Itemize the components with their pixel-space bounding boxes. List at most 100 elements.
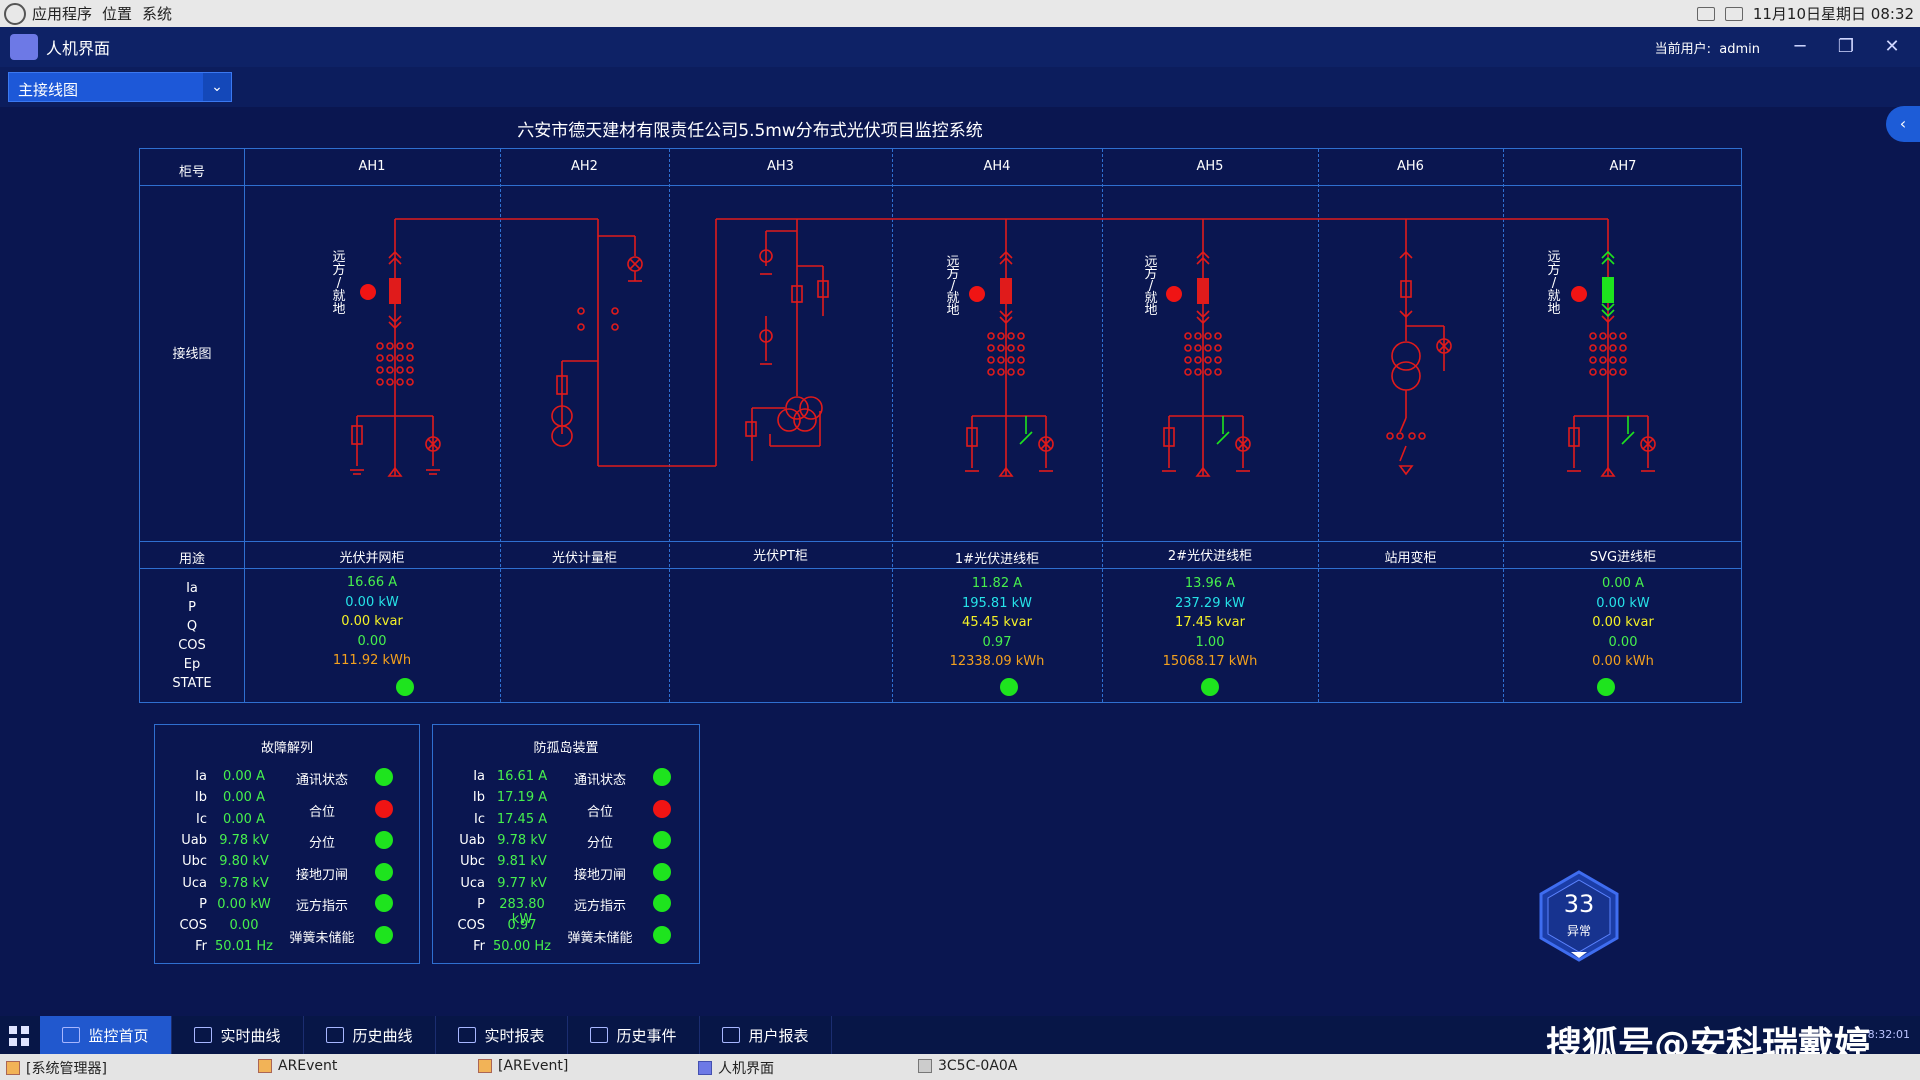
state-indicator-ah5 bbox=[1201, 678, 1219, 696]
tab-realtime-curve[interactable]: 实时曲线 bbox=[172, 1016, 304, 1054]
nav-clock: 8:32:01 bbox=[1867, 1028, 1910, 1041]
app-icon bbox=[478, 1059, 492, 1073]
taskbar-arevent[interactable]: AREvent bbox=[258, 1058, 337, 1074]
status-indicator bbox=[375, 831, 393, 850]
usage-ah5: 2#光伏进线柜 bbox=[1167, 549, 1253, 564]
os-taskbar: [系统管理器] AREvent [AREvent] 人机界面 3C5C-0A0A bbox=[0, 1054, 1920, 1080]
app-icon bbox=[6, 1061, 20, 1075]
cabinet-no-label: 柜号 bbox=[178, 165, 205, 180]
tab-history-curve[interactable]: 历史曲线 bbox=[304, 1016, 436, 1054]
os-top-panel: 应用程序 位置 系统 11月10日星期日 08:32 bbox=[0, 0, 1920, 27]
fault-panel-title: 故障解列 bbox=[260, 741, 313, 756]
status-label: 分位 bbox=[308, 836, 335, 852]
task-label: [AREvent] bbox=[498, 1058, 569, 1074]
ah1-p: 0.00 kW bbox=[345, 594, 399, 610]
usage-ah7: SVG进线柜 bbox=[1589, 550, 1657, 565]
taskbar-hmi[interactable]: 人机界面 bbox=[698, 1058, 774, 1078]
param-label: Fr bbox=[473, 939, 485, 955]
status-indicator bbox=[375, 768, 393, 786]
menu-places[interactable]: 位置 bbox=[102, 3, 132, 24]
status-label: 弹簧未储能 bbox=[289, 931, 355, 946]
os-logo-icon[interactable] bbox=[4, 2, 26, 25]
current-user: 当前用户: admin bbox=[1655, 38, 1760, 57]
menu-applications[interactable]: 应用程序 bbox=[32, 3, 92, 24]
param-label: Ic bbox=[196, 811, 207, 827]
param-value: 9.80 kV bbox=[219, 854, 269, 870]
user-report-icon bbox=[722, 1027, 741, 1043]
ah1-cos: 0.00 bbox=[357, 633, 387, 649]
param-label: Ubc bbox=[182, 854, 207, 870]
restore-icon[interactable]: ❐ bbox=[1834, 35, 1858, 59]
status-indicator bbox=[653, 894, 671, 913]
ah7-q: 0.00 kvar bbox=[1592, 615, 1654, 630]
view-select[interactable]: 主接线图 ⌄ bbox=[8, 72, 232, 102]
param-value: 9.78 kV bbox=[497, 832, 547, 848]
param-label: P bbox=[199, 896, 207, 912]
status-label: 弹簧未储能 bbox=[567, 931, 633, 946]
ah1-ia: 16.66 A bbox=[346, 575, 398, 590]
status-indicator bbox=[375, 926, 393, 944]
taskbar-network[interactable]: 3C5C-0A0A bbox=[918, 1058, 1017, 1074]
status-label: 接地刀闸 bbox=[295, 867, 348, 883]
report-icon bbox=[458, 1027, 477, 1043]
chevron-down-icon[interactable]: ⌄ bbox=[203, 73, 231, 101]
view-toolbar: 主接线图 ⌄ bbox=[0, 67, 1920, 107]
taskbar-system-manager[interactable]: [系统管理器] bbox=[6, 1058, 107, 1078]
task-label: 人机界面 bbox=[718, 1061, 774, 1077]
datetime[interactable]: 11月10日星期日 08:32 bbox=[1753, 3, 1914, 24]
status-label: 分位 bbox=[586, 836, 613, 852]
collapse-panel-button[interactable]: ‹ bbox=[1886, 106, 1920, 142]
close-icon[interactable]: ✕ bbox=[1880, 35, 1904, 59]
param-value: 16.61 A bbox=[496, 769, 548, 784]
param-label: Fr bbox=[195, 939, 207, 955]
anti-islanding-panel: 防孤岛装置 Ia 16.61 A Ib 17.19 A Ic 17.45 A Uab 9.78… bbox=[432, 724, 700, 964]
status-indicator bbox=[375, 799, 393, 818]
status-label: 通讯状态 bbox=[295, 773, 348, 788]
ah5-q: 17.45 kvar bbox=[1175, 615, 1245, 630]
grid-menu-icon[interactable] bbox=[8, 1025, 30, 1047]
param-label: Uab bbox=[459, 832, 485, 848]
tab-monitor-home[interactable]: 监控首页 bbox=[40, 1016, 172, 1054]
p-label: P bbox=[188, 600, 196, 615]
ah4-ep: 12338.09 kWh bbox=[949, 654, 1045, 669]
tab-realtime-report[interactable]: 实时报表 bbox=[436, 1016, 568, 1054]
ep-label: Ep bbox=[183, 657, 201, 672]
volume-icon[interactable] bbox=[1724, 6, 1743, 21]
param-value: 0.00 A bbox=[223, 811, 265, 827]
state-label: STATE bbox=[172, 676, 212, 691]
status-indicator bbox=[653, 768, 671, 786]
ia-label: Ia bbox=[186, 581, 198, 596]
tab-label: 实时报表 bbox=[484, 1026, 545, 1045]
taskbar-arevent-2[interactable]: [AREvent] bbox=[478, 1058, 568, 1074]
anti-islanding-panel-title: 防孤岛装置 bbox=[533, 741, 599, 756]
ah7-p: 0.00 kW bbox=[1596, 595, 1650, 611]
one-line-schematic bbox=[350, 218, 1656, 477]
param-label: COS bbox=[457, 918, 485, 934]
status-indicator bbox=[375, 862, 393, 881]
param-value: 17.45 A bbox=[496, 811, 548, 827]
param-value: 0.00 A bbox=[223, 769, 265, 784]
param-label: Ia bbox=[473, 769, 485, 784]
ah5-cos: 1.00 bbox=[1195, 634, 1225, 650]
minimize-icon[interactable]: ─ bbox=[1788, 35, 1812, 59]
keyboard-icon[interactable] bbox=[1696, 6, 1715, 21]
param-value: 0.97 bbox=[507, 918, 537, 934]
status-indicator bbox=[653, 799, 671, 818]
cabinet-ah4: AH4 bbox=[983, 159, 1011, 174]
param-label: Uca bbox=[460, 875, 485, 891]
param-value: 0.00 A bbox=[223, 790, 265, 806]
meas-ah7: 0.00 A 0.00 kW 0.00 kvar 0.00 0.00 kWh bbox=[1503, 574, 1743, 672]
app-icon bbox=[698, 1061, 712, 1075]
tab-user-report[interactable]: 用户报表 bbox=[700, 1016, 832, 1054]
view-select-value: 主接线图 bbox=[18, 81, 79, 99]
param-value: 17.19 A bbox=[496, 790, 548, 806]
tab-history-events[interactable]: 历史事件 bbox=[568, 1016, 700, 1054]
status-indicator bbox=[653, 831, 671, 850]
cabinet-ah1: AH1 bbox=[358, 159, 386, 174]
usage-ah1: 光伏并网柜 bbox=[339, 551, 405, 566]
menu-system[interactable]: 系统 bbox=[142, 3, 172, 24]
param-value: 0.00 bbox=[229, 918, 259, 934]
event-icon bbox=[590, 1027, 609, 1043]
alarm-badge[interactable]: 33 异常 bbox=[1537, 868, 1621, 964]
task-label: AREvent bbox=[278, 1058, 338, 1074]
